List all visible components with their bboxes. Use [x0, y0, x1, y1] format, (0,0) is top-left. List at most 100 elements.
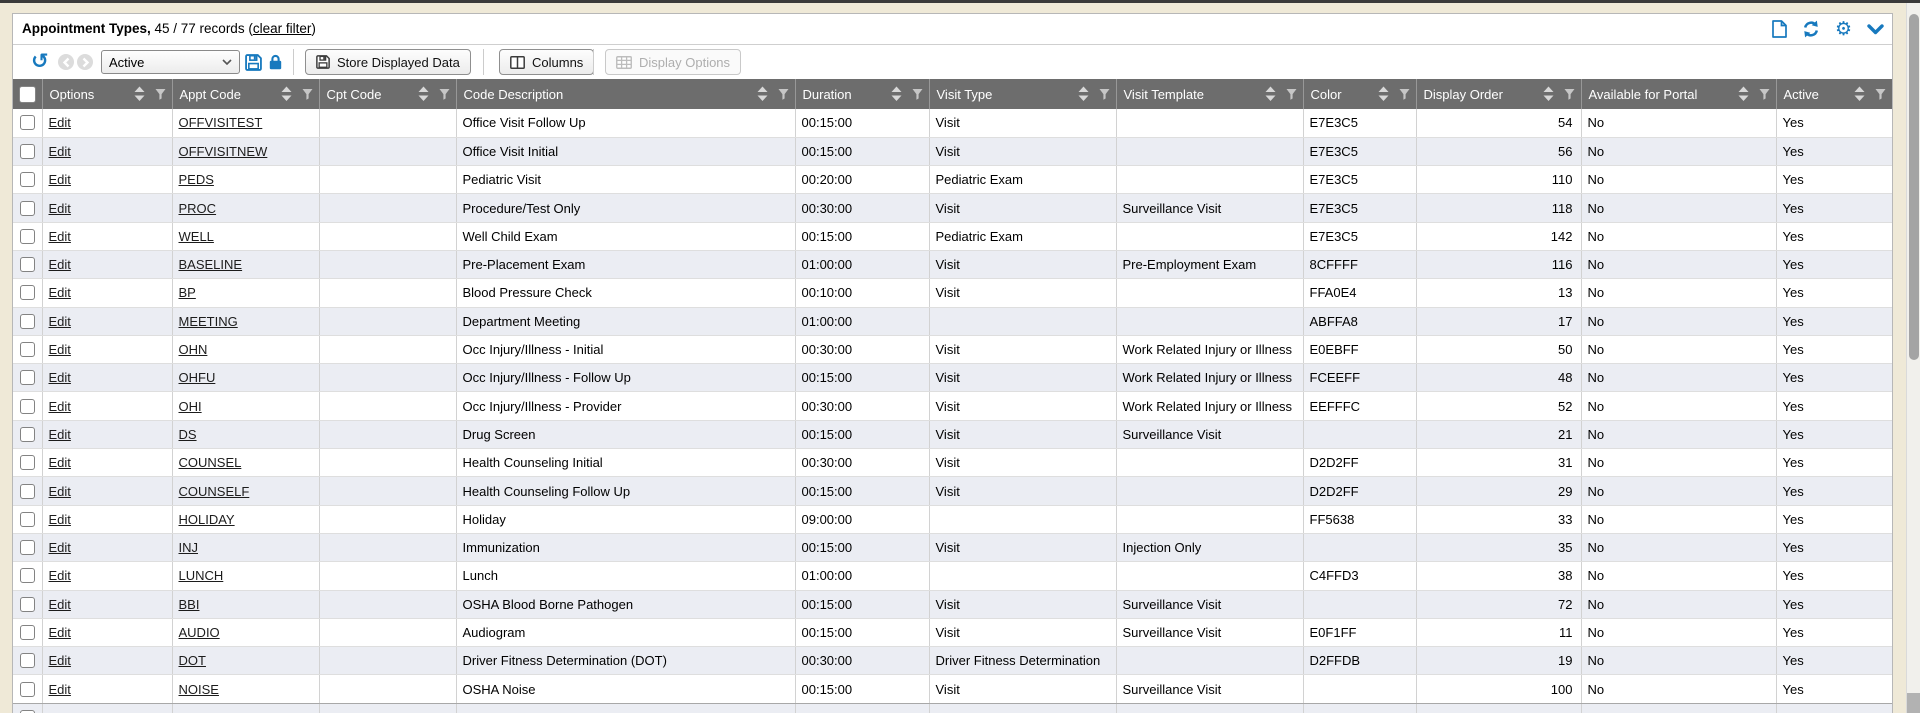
- row-checkbox[interactable]: [20, 653, 35, 668]
- edit-link[interactable]: Edit: [49, 285, 71, 300]
- clear-filter-link[interactable]: clear filter: [253, 21, 312, 36]
- edit-link[interactable]: Edit: [49, 144, 71, 159]
- column-header-visit_type[interactable]: Visit Type: [929, 79, 1116, 109]
- filter-icon[interactable]: [302, 88, 313, 100]
- vertical-scrollbar-track[interactable]: [1906, 0, 1920, 713]
- sort-icon[interactable]: [757, 87, 768, 102]
- filter-icon[interactable]: [778, 88, 789, 100]
- collapse-chevron-icon[interactable]: [1867, 24, 1884, 35]
- settings-gear-icon[interactable]: ⚙: [1835, 20, 1852, 39]
- status-filter-select[interactable]: Active: [101, 50, 240, 74]
- sort-icon[interactable]: [1738, 87, 1749, 102]
- row-checkbox[interactable]: [20, 314, 35, 329]
- nav-back-button[interactable]: [58, 54, 74, 70]
- sort-icon[interactable]: [1378, 87, 1389, 102]
- appt-code-link[interactable]: BASELINE: [179, 257, 243, 272]
- filter-icon[interactable]: [1099, 88, 1110, 100]
- sort-icon[interactable]: [1265, 87, 1276, 102]
- edit-link[interactable]: Edit: [49, 512, 71, 527]
- column-header-available_for_portal[interactable]: Available for Portal: [1581, 79, 1776, 109]
- column-header-cpt_code[interactable]: Cpt Code: [319, 79, 456, 109]
- appt-code-link[interactable]: PROC: [179, 201, 217, 216]
- edit-link[interactable]: Edit: [49, 540, 71, 555]
- appt-code-link[interactable]: LUNCH: [179, 568, 224, 583]
- appt-code-link[interactable]: BBI: [179, 597, 200, 612]
- row-checkbox[interactable]: [20, 625, 35, 640]
- row-checkbox[interactable]: [20, 144, 35, 159]
- appt-code-link[interactable]: PEDS: [179, 172, 214, 187]
- column-header-appt_code[interactable]: Appt Code: [172, 79, 319, 109]
- row-checkbox[interactable]: [20, 229, 35, 244]
- edit-link[interactable]: Edit: [49, 399, 71, 414]
- lock-icon[interactable]: [269, 54, 282, 73]
- row-checkbox[interactable]: [20, 257, 35, 272]
- save-view-floppy-icon[interactable]: [245, 54, 262, 74]
- column-header-active[interactable]: Active: [1776, 79, 1892, 109]
- column-header-visit_template[interactable]: Visit Template: [1116, 79, 1303, 109]
- edit-link[interactable]: Edit: [49, 455, 71, 470]
- appt-code-link[interactable]: HOLIDAY: [179, 512, 235, 527]
- vertical-scrollbar-thumb[interactable]: [1909, 14, 1919, 360]
- row-checkbox[interactable]: [20, 512, 35, 527]
- sort-icon[interactable]: [891, 87, 902, 102]
- column-header-code_description[interactable]: Code Description: [456, 79, 795, 109]
- appt-code-link[interactable]: DOT: [179, 653, 206, 668]
- display-options-button[interactable]: Display Options: [605, 49, 741, 75]
- filter-icon[interactable]: [439, 88, 450, 100]
- column-header-display_order[interactable]: Display Order: [1416, 79, 1581, 109]
- appt-code-link[interactable]: OFFVISITNEW: [179, 144, 268, 159]
- sort-icon[interactable]: [418, 87, 429, 102]
- filter-icon[interactable]: [1875, 88, 1886, 100]
- edit-link[interactable]: Edit: [49, 625, 71, 640]
- row-checkbox[interactable]: [20, 540, 35, 555]
- column-header-select-all[interactable]: [13, 79, 42, 109]
- appt-code-link[interactable]: AUDIO: [179, 625, 220, 640]
- appt-code-link[interactable]: OHN: [179, 342, 208, 357]
- row-checkbox[interactable]: [20, 172, 35, 187]
- row-checkbox[interactable]: [20, 285, 35, 300]
- column-header-options[interactable]: Options: [42, 79, 172, 109]
- sort-icon[interactable]: [134, 87, 145, 102]
- filter-icon[interactable]: [1286, 88, 1297, 100]
- undo-icon[interactable]: ↺: [31, 50, 49, 72]
- column-header-color[interactable]: Color: [1303, 79, 1416, 109]
- row-checkbox[interactable]: [20, 342, 35, 357]
- filter-icon[interactable]: [155, 88, 166, 100]
- appt-code-link[interactable]: WELL: [179, 229, 214, 244]
- edit-link[interactable]: Edit: [49, 484, 71, 499]
- edit-link[interactable]: Edit: [49, 682, 71, 697]
- appt-code-link[interactable]: OFFVISITEST: [179, 115, 263, 130]
- edit-link[interactable]: Edit: [49, 653, 71, 668]
- row-checkbox[interactable]: [20, 370, 35, 385]
- edit-link[interactable]: Edit: [49, 229, 71, 244]
- columns-button[interactable]: Columns: [499, 49, 594, 75]
- edit-link[interactable]: Edit: [49, 115, 71, 130]
- row-checkbox[interactable]: [20, 427, 35, 442]
- new-document-icon[interactable]: [1772, 20, 1787, 38]
- select-all-checkbox[interactable]: [19, 86, 36, 103]
- row-checkbox[interactable]: [20, 399, 35, 414]
- appt-code-link[interactable]: COUNSELF: [179, 484, 250, 499]
- edit-link[interactable]: Edit: [49, 172, 71, 187]
- row-checkbox[interactable]: [20, 568, 35, 583]
- store-displayed-data-button[interactable]: Store Displayed Data: [305, 49, 471, 75]
- row-checkbox[interactable]: [20, 115, 35, 130]
- edit-link[interactable]: Edit: [49, 370, 71, 385]
- appt-code-link[interactable]: BP: [179, 285, 196, 300]
- refresh-icon[interactable]: [1802, 20, 1820, 38]
- appt-code-link[interactable]: DS: [179, 427, 197, 442]
- column-header-duration[interactable]: Duration: [795, 79, 929, 109]
- row-checkbox[interactable]: [20, 597, 35, 612]
- nav-forward-button[interactable]: [77, 54, 93, 70]
- filter-icon[interactable]: [1564, 88, 1575, 100]
- edit-link[interactable]: Edit: [49, 342, 71, 357]
- edit-link[interactable]: Edit: [49, 257, 71, 272]
- edit-link[interactable]: Edit: [49, 427, 71, 442]
- sort-icon[interactable]: [1078, 87, 1089, 102]
- edit-link[interactable]: Edit: [49, 568, 71, 583]
- appt-code-link[interactable]: OHFU: [179, 370, 216, 385]
- edit-link[interactable]: Edit: [49, 314, 71, 329]
- appt-code-link[interactable]: MEETING: [179, 314, 238, 329]
- edit-link[interactable]: Edit: [49, 597, 71, 612]
- sort-icon[interactable]: [1543, 87, 1554, 102]
